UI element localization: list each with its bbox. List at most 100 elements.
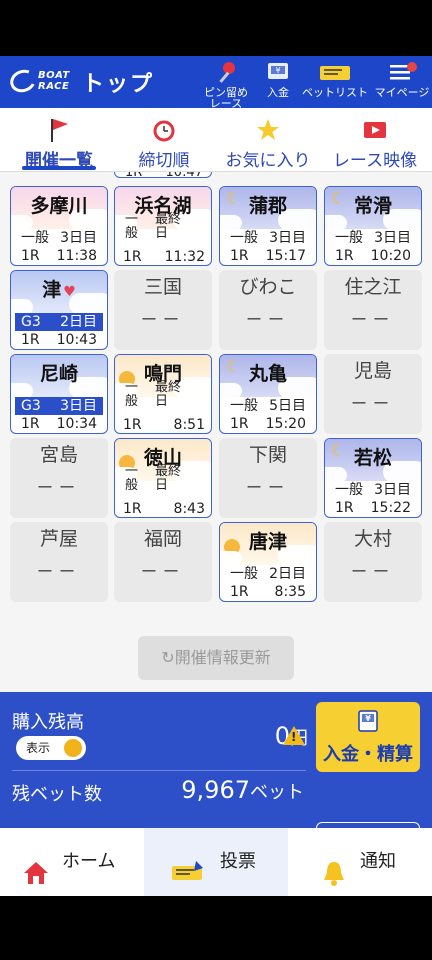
venue-tile[interactable]: ☾ 丸亀 一般 5日目 1R 15:20 xyxy=(219,354,317,434)
venue-name: 福岡 xyxy=(143,528,182,550)
my-page-button[interactable]: マイページ xyxy=(372,60,432,106)
venue-name: 蒲郡 xyxy=(220,195,316,217)
partial-time: 10:47 xyxy=(165,172,203,180)
venue-tile[interactable]: 児島 ーー xyxy=(324,354,422,434)
nav-home[interactable]: ホーム xyxy=(0,828,144,896)
race-number: 1R xyxy=(230,248,249,264)
refresh-icon: ↻ xyxy=(161,648,175,667)
nav-vote[interactable]: 投票 xyxy=(144,828,288,896)
grade-label: 一般 xyxy=(125,212,139,241)
bet-list-button[interactable]: ベットリスト xyxy=(302,60,368,106)
grade-row: 一般 3日目 xyxy=(329,481,417,499)
race-row: 1R 10:34 xyxy=(15,415,103,433)
grade-label: G3 xyxy=(21,314,41,330)
grade-label: G3 xyxy=(21,398,41,414)
venue-tile[interactable]: 福岡 ーー xyxy=(114,522,212,602)
day-label: 2日目 xyxy=(269,566,306,582)
venue-tile[interactable]: 大村 ーー xyxy=(324,522,422,602)
grade-row: 一般 3日目 xyxy=(329,229,417,247)
venue-tile[interactable]: 尼崎 G3 3日目 1R 10:34 xyxy=(10,354,108,434)
grade-row: 一般 3日目 xyxy=(224,229,312,247)
venue-name: 宮島 xyxy=(39,444,78,466)
grade-row: 一般 2日目 xyxy=(224,565,312,583)
venue-tile[interactable]: 津 ♥ G3 2日目 1R 10:43 xyxy=(10,270,108,350)
nav-notifications-label: 通知 xyxy=(360,851,396,872)
venue-tile[interactable]: 徳山一般最終日 1R 8:43 xyxy=(114,438,212,518)
venue-name: 津 ♥ xyxy=(11,279,107,303)
grade-row: G3 2日目 xyxy=(15,313,103,331)
deadline-time: 10:34 xyxy=(56,416,97,432)
no-race-dash: ーー xyxy=(36,478,81,497)
race-number: 1R xyxy=(123,417,142,433)
race-row: 1R 10:43 xyxy=(15,331,103,349)
menu-icon xyxy=(372,60,432,84)
venue-name-text: 常滑 xyxy=(353,195,392,217)
deposit-button-header[interactable]: ¥ 入金 xyxy=(258,60,298,106)
venue-name: 丸亀 xyxy=(220,363,316,385)
no-race-dash: ーー xyxy=(245,478,290,497)
deadline-time: 10:43 xyxy=(56,332,97,348)
venue-tile[interactable]: びわこ ーー xyxy=(219,270,317,350)
venue-grid: 1R 10:47 多摩川 一般 3日目 1R 11:38 浜名湖一般最終日 1R 11:32 ☾… xyxy=(0,172,432,692)
venue-tile[interactable]: 唐津 一般 2日目 1R 8:35 xyxy=(219,522,317,602)
race-number: 1R xyxy=(335,248,354,264)
ticket-icon xyxy=(302,60,368,84)
nav-home-label: ホーム xyxy=(62,851,116,872)
boat-race-logo[interactable]: BOAT RACE xyxy=(7,66,72,98)
venue-name: 下関 xyxy=(248,444,287,466)
alarm-clock-icon xyxy=(118,116,210,144)
day-label: 5日目 xyxy=(269,398,306,414)
venue-tile[interactable]: ☾ 若松 一般 3日目 1R 15:22 xyxy=(324,438,422,518)
app-root: BOAT RACE トップ ピン留め レース ¥ 入金 ベットリスト マイページ… xyxy=(0,0,432,960)
deadline-time: 8:43 xyxy=(173,501,205,517)
venue-tile[interactable]: 住之江 ーー xyxy=(324,270,422,350)
venue-tile[interactable]: 三国 ーー xyxy=(114,270,212,350)
venue-tile[interactable]: 浜名湖一般最終日 1R 11:32 xyxy=(114,186,212,266)
day-label: 3日目 xyxy=(60,230,97,246)
no-race-dash: ーー xyxy=(350,310,395,329)
pinned-races-button[interactable]: ピン留め レース xyxy=(198,60,254,109)
venue-tile[interactable]: 鳴門一般最終日 1R 8:51 xyxy=(114,354,212,434)
grade-label: 一般 xyxy=(125,380,139,409)
remaining-bets-label: 残ベット数 xyxy=(12,784,102,805)
deposit-machine-icon: ¥ xyxy=(316,708,420,736)
nav-notifications[interactable]: 通知 xyxy=(288,828,432,896)
deadline-time: 8:51 xyxy=(173,417,205,433)
balance-visibility-toggle[interactable]: 表示 xyxy=(16,736,86,760)
tab-favorites[interactable]: お気に入り xyxy=(218,108,318,172)
venue-name-text: 多摩川 xyxy=(30,195,88,217)
bottom-navigation: ホーム 投票 通知 xyxy=(0,828,432,896)
nav-vote-label: 投票 xyxy=(220,851,256,872)
bell-icon xyxy=(320,848,348,886)
no-race-dash: ーー xyxy=(350,394,395,413)
venue-name: 住之江 xyxy=(344,276,402,298)
deadline-time: 15:17 xyxy=(265,248,306,264)
my-page-label: マイページ xyxy=(374,86,430,99)
no-race-dash: ーー xyxy=(140,310,185,329)
purchase-balance-label: 購入残高 xyxy=(12,712,84,733)
refresh-button[interactable]: ↻開催情報更新 xyxy=(138,636,294,680)
tab-race-video[interactable]: レース映像 xyxy=(326,108,424,172)
warning-icon[interactable]: ! xyxy=(283,726,305,745)
toggle-knob xyxy=(64,739,82,757)
venue-name: 唐津 xyxy=(220,531,316,553)
race-number: 1R xyxy=(21,248,40,264)
venue-name-text: 丸亀 xyxy=(248,363,287,385)
venue-tile[interactable]: 下関 ーー xyxy=(219,438,317,518)
race-number: 1R xyxy=(230,584,249,600)
tab-deadline-order[interactable]: 締切順 xyxy=(118,108,210,172)
venue-tile[interactable]: 宮島 ーー xyxy=(10,438,108,518)
venue-tile[interactable]: ☾ 蒲郡 一般 3日目 1R 15:17 xyxy=(219,186,317,266)
tab-venue-list[interactable]: 開催一覧 xyxy=(10,108,108,172)
partial-race: 1R xyxy=(125,172,143,180)
pin-icon xyxy=(198,60,254,84)
venue-tile[interactable]: 芦屋 ーー xyxy=(10,522,108,602)
deposit-machine-icon: ¥ xyxy=(258,60,298,84)
race-row: 1R 11:38 xyxy=(15,247,103,265)
grade-label: 一般 xyxy=(21,230,49,246)
partial-venue-tile[interactable]: 1R 10:47 xyxy=(114,172,212,180)
deposit-settle-button[interactable]: ¥ 入金・精算 xyxy=(316,702,420,772)
day-label: 2日目 xyxy=(60,314,97,330)
venue-tile[interactable]: 多摩川一般 3日目 1R 11:38 xyxy=(10,186,108,266)
venue-tile[interactable]: ☾ 常滑 一般 3日目 1R 10:20 xyxy=(324,186,422,266)
